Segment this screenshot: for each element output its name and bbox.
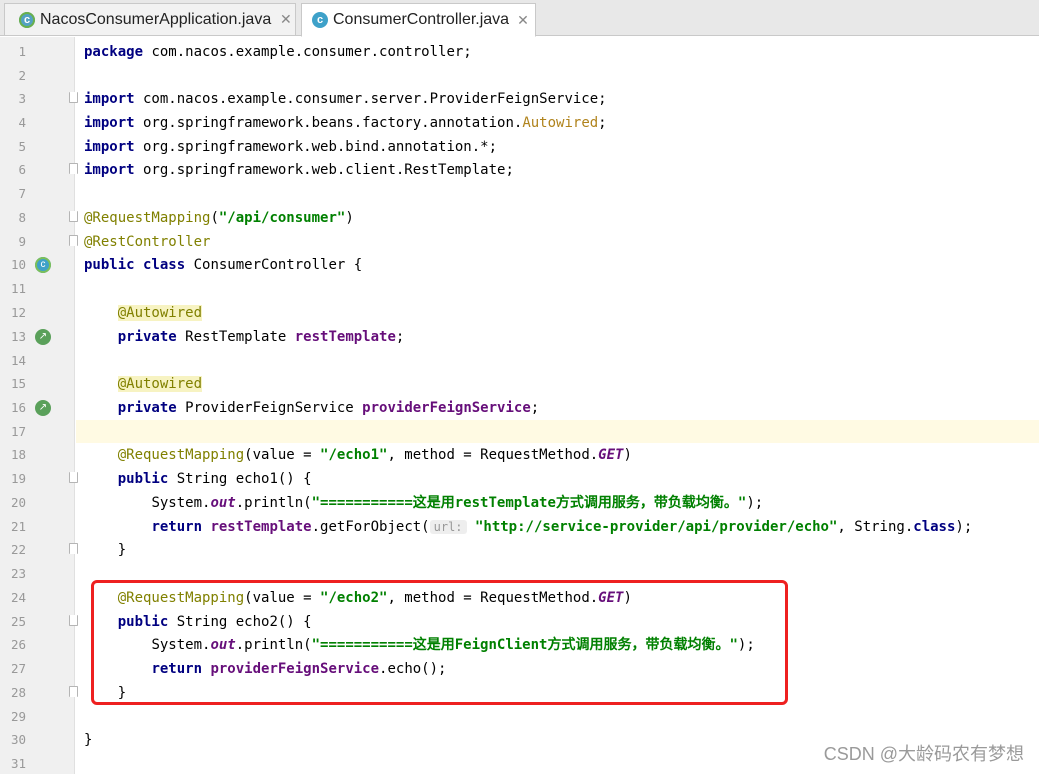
fold-marker[interactable] bbox=[69, 235, 78, 246]
code-line-12: @Autowired bbox=[117, 305, 203, 321]
code-line-4: import org.springframework.beans.factory… bbox=[84, 115, 607, 131]
line-number: 29 bbox=[10, 709, 26, 724]
close-icon[interactable]: ✕ bbox=[517, 12, 529, 29]
code-line-16: ↗ private ProviderFeignService providerF… bbox=[0, 396, 1039, 420]
fold-marker[interactable] bbox=[69, 92, 78, 103]
code-line-20: System.out.println("===========这是用restTe… bbox=[151, 495, 764, 511]
line-number: 11 bbox=[10, 281, 26, 296]
red-highlight-box bbox=[91, 580, 788, 705]
code-line-5: import org.springframework.web.bind.anno… bbox=[84, 139, 498, 155]
autowired-bean-icon[interactable]: ↗ bbox=[35, 400, 51, 416]
code-line-1: package com.nacos.example.consumer.contr… bbox=[84, 44, 472, 60]
fold-marker[interactable] bbox=[69, 543, 78, 554]
close-icon[interactable]: ✕ bbox=[280, 11, 292, 28]
code-line-6: import org.springframework.web.client.Re… bbox=[0, 158, 1039, 182]
code-line-9: @RestController bbox=[0, 230, 1039, 254]
fold-marker[interactable] bbox=[69, 472, 78, 483]
class-c-icon: c bbox=[312, 12, 328, 28]
fold-marker[interactable] bbox=[69, 686, 78, 697]
spring-bean-class-icon[interactable]: c bbox=[35, 257, 51, 273]
tab-label: NacosConsumerApplication.java bbox=[40, 10, 272, 28]
csdn-watermark: CSDN @大龄码农有梦想 bbox=[823, 744, 1024, 764]
editor-tab-bar: c NacosConsumerApplication.java ✕ c Cons… bbox=[0, 0, 1039, 37]
code-line-10: c public class ConsumerController { bbox=[0, 253, 1039, 277]
code-line-22: } bbox=[0, 538, 1039, 562]
code-line-19: public String echo1() { bbox=[0, 467, 1039, 491]
line-number: 14 bbox=[10, 353, 26, 368]
tab-label: ConsumerController.java bbox=[333, 11, 510, 28]
fold-marker[interactable] bbox=[69, 211, 78, 222]
fold-marker[interactable] bbox=[69, 163, 78, 174]
fold-marker[interactable] bbox=[69, 615, 78, 626]
code-line-18: @RequestMapping(value = "/echo1", method… bbox=[117, 447, 632, 463]
line-number: 2 bbox=[18, 68, 26, 83]
autowired-bean-icon[interactable]: ↗ bbox=[35, 329, 51, 345]
tab-consumer-controller[interactable]: c ConsumerController.java ✕ bbox=[301, 3, 536, 37]
code-line-8: @RequestMapping("/api/consumer") bbox=[0, 206, 1039, 230]
code-line-17-current[interactable] bbox=[0, 420, 1039, 444]
tab-nacos-consumer-application[interactable]: c NacosConsumerApplication.java ✕ bbox=[4, 3, 296, 35]
line-number: 31 bbox=[10, 756, 26, 771]
line-number: 7 bbox=[18, 186, 26, 201]
parameter-hint: url: bbox=[429, 520, 467, 534]
code-line-3: import com.nacos.example.consumer.server… bbox=[0, 87, 1039, 111]
code-line-13: ↗ private RestTemplate restTemplate; bbox=[0, 325, 1039, 349]
code-line-21: return restTemplate.getForObject(url: "h… bbox=[151, 519, 973, 535]
spring-app-class-icon: c bbox=[19, 11, 35, 28]
code-line-15: @Autowired bbox=[117, 376, 203, 392]
line-number: 23 bbox=[10, 566, 26, 581]
